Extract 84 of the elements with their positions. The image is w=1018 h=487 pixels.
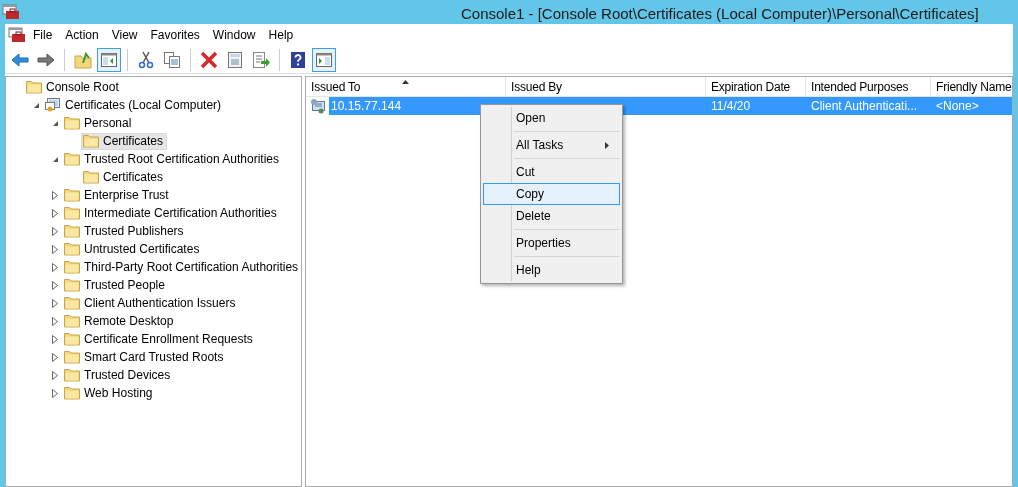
expanded-triangle-icon[interactable] xyxy=(51,119,59,127)
folder-icon xyxy=(64,152,80,166)
tree-item[interactable]: Certificates xyxy=(81,132,168,150)
window-title: Console1 - [Console Root\Certificates (Local Computer)\Personal\Certificates] xyxy=(461,4,979,24)
menu-option[interactable]: Delete xyxy=(483,205,620,227)
collapsed-triangle-icon[interactable] xyxy=(52,352,58,362)
tree-item[interactable]: Personal xyxy=(62,114,136,132)
folder-up-icon xyxy=(74,50,92,69)
collapsed-triangle-icon[interactable] xyxy=(52,316,58,326)
tree-item[interactable]: Enterprise Trust xyxy=(62,186,173,204)
tree-item[interactable]: Client Authentication Issuers xyxy=(62,294,240,312)
tree-item[interactable]: Third-Party Root Certification Authorities xyxy=(62,258,301,276)
menu-option[interactable]: Open xyxy=(483,107,620,129)
tree-item[interactable]: Trusted People xyxy=(62,276,169,294)
delete-x-icon xyxy=(200,50,218,69)
menu-item[interactable]: File xyxy=(27,26,59,44)
collapsed-triangle-icon[interactable] xyxy=(52,226,58,236)
folder-icon xyxy=(64,350,80,364)
toolbar-button[interactable] xyxy=(312,47,336,72)
expanded-triangle-icon[interactable] xyxy=(32,101,40,109)
folder-icon xyxy=(64,206,80,220)
tree-item[interactable]: Certificates (Local Computer) xyxy=(43,96,226,114)
copy-icon xyxy=(163,50,181,69)
menu-option[interactable]: All Tasks xyxy=(483,134,620,156)
folder-icon xyxy=(26,80,42,94)
collapsed-triangle-icon[interactable] xyxy=(52,208,58,218)
folder-icon xyxy=(83,170,99,184)
properties-sheet-icon xyxy=(226,50,244,69)
collapsed-triangle-icon[interactable] xyxy=(52,388,58,398)
folder-icon xyxy=(64,296,80,310)
menu-option[interactable]: Properties xyxy=(483,232,620,254)
folder-icon xyxy=(64,260,80,274)
tree-item[interactable]: Console Root xyxy=(24,78,123,96)
forward-arrow-icon xyxy=(37,50,55,69)
app-menu-icon xyxy=(8,27,26,43)
folder-icon xyxy=(64,278,80,292)
toolbar-button[interactable] xyxy=(97,47,121,72)
scissors-icon xyxy=(137,50,155,69)
menu-option[interactable]: Help xyxy=(483,259,620,281)
tree-item[interactable]: Trusted Devices xyxy=(62,366,175,384)
export-list-icon xyxy=(252,50,270,69)
folder-icon xyxy=(64,224,80,238)
help-icon xyxy=(289,50,307,69)
folder-icon xyxy=(64,314,80,328)
table-cell: <None> xyxy=(931,97,1012,115)
tree-item[interactable]: Intermediate Certification Authorities xyxy=(62,204,281,222)
collapsed-triangle-icon[interactable] xyxy=(52,262,58,272)
tree-item[interactable]: Smart Card Trusted Roots xyxy=(62,348,228,366)
collapsed-triangle-icon[interactable] xyxy=(52,370,58,380)
table-cell: 11/4/20 xyxy=(706,97,806,115)
menu-item[interactable]: Action xyxy=(59,26,105,44)
folder-icon xyxy=(64,368,80,382)
action-pane-icon xyxy=(315,50,333,69)
tree-item[interactable]: Certificate Enrollment Requests xyxy=(62,330,257,348)
certificate-icon xyxy=(310,98,326,114)
tree-item[interactable]: Certificates xyxy=(81,168,168,186)
tree-pane-icon xyxy=(100,50,118,69)
menu-item[interactable]: Favorites xyxy=(144,26,206,44)
tree-item[interactable]: Web Hosting xyxy=(62,384,157,402)
collapsed-triangle-icon[interactable] xyxy=(52,190,58,200)
menu-item[interactable]: View xyxy=(105,26,144,44)
folder-icon xyxy=(64,116,80,130)
collapsed-triangle-icon[interactable] xyxy=(52,280,58,290)
tree-item[interactable]: Untrusted Certificates xyxy=(62,240,204,258)
menu-item[interactable]: Window xyxy=(206,26,262,44)
app-icon xyxy=(2,4,20,20)
folder-icon xyxy=(64,242,80,256)
expanded-triangle-icon[interactable] xyxy=(51,155,59,163)
tree-item[interactable]: Trusted Publishers xyxy=(62,222,188,240)
collapsed-triangle-icon[interactable] xyxy=(52,244,58,254)
menu-item[interactable]: Help xyxy=(262,26,300,44)
menu-option[interactable]: Cut xyxy=(483,161,620,183)
table-cell: Client Authenticati... xyxy=(806,97,931,115)
folder-icon xyxy=(64,188,80,202)
folder-icon xyxy=(64,386,80,400)
tree-item[interactable]: Trusted Root Certification Authorities xyxy=(62,150,283,168)
folder-icon xyxy=(64,332,80,346)
menu-option[interactable]: Copy xyxy=(483,183,620,205)
collapsed-triangle-icon[interactable] xyxy=(52,298,58,308)
back-arrow-icon xyxy=(11,50,29,69)
tree-item[interactable]: Remote Desktop xyxy=(62,312,178,330)
certificate-store-icon xyxy=(45,97,61,113)
collapsed-triangle-icon[interactable] xyxy=(52,334,58,344)
folder-icon xyxy=(83,134,99,148)
